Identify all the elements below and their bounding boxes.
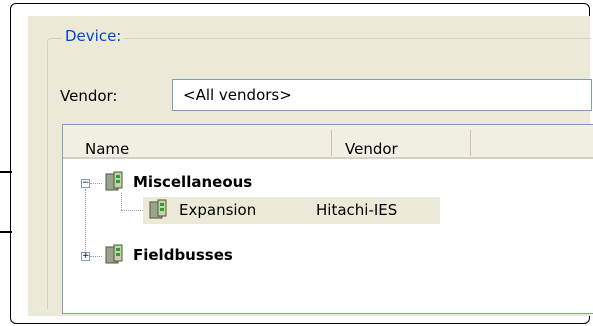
tree-row[interactable]: − Miscellaneous bbox=[63, 169, 593, 195]
tree-item-label: Fieldbusses bbox=[133, 246, 233, 264]
device-tree-list[interactable]: Name Vendor − Miscellaneous Expansion Hi… bbox=[62, 124, 593, 314]
callout-pointer-line bbox=[0, 171, 12, 173]
list-header: Name Vendor bbox=[63, 125, 593, 159]
expand-icon[interactable]: + bbox=[81, 252, 90, 261]
column-divider[interactable] bbox=[331, 130, 332, 156]
tree-item-vendor: Hitachi-IES bbox=[316, 201, 398, 219]
tree-row[interactable]: Expansion Hitachi-IES bbox=[63, 197, 593, 224]
column-divider[interactable] bbox=[470, 130, 471, 156]
tree-row[interactable]: + Fieldbusses bbox=[63, 242, 593, 268]
vendor-combobox[interactable]: <All vendors> bbox=[172, 79, 592, 111]
device-group-title: Device: bbox=[62, 27, 125, 45]
column-header-name[interactable]: Name bbox=[85, 140, 129, 158]
tree-item-label: Miscellaneous bbox=[133, 173, 253, 191]
callout-pointer-line bbox=[0, 231, 12, 233]
column-header-vendor[interactable]: Vendor bbox=[345, 140, 398, 158]
device-module-icon bbox=[105, 244, 123, 264]
device-module-icon bbox=[105, 171, 123, 191]
collapse-icon[interactable]: − bbox=[81, 179, 90, 188]
device-module-icon bbox=[149, 199, 167, 219]
vendor-label: Vendor: bbox=[60, 87, 118, 105]
tree-item-label: Expansion bbox=[179, 201, 257, 219]
vendor-value: <All vendors> bbox=[183, 86, 292, 104]
